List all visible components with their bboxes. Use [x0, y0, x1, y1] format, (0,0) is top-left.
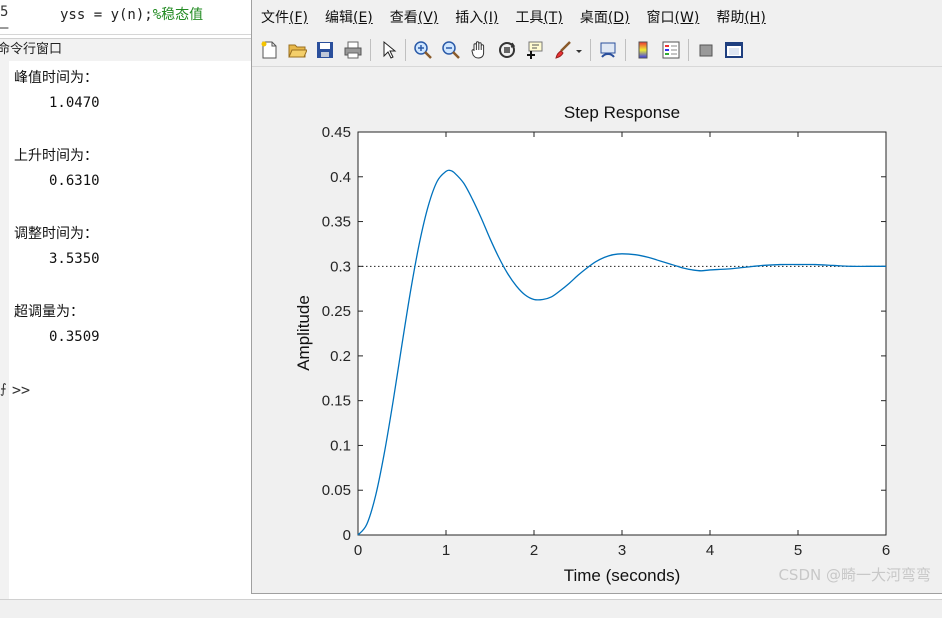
overshoot-value: 0.3509	[49, 329, 100, 345]
y-tick-label: 0.1	[330, 437, 351, 454]
print-icon[interactable]	[342, 39, 364, 61]
menu-file[interactable]: 文件(F)	[261, 7, 308, 27]
hide-plot-tools-icon[interactable]	[695, 39, 717, 61]
x-tick-label: 3	[618, 542, 626, 559]
editor-line-number: 5 –	[0, 4, 9, 36]
x-tick-label: 6	[882, 542, 890, 559]
new-figure-icon[interactable]	[258, 39, 280, 61]
y-tick-label: 0.05	[322, 482, 351, 499]
menu-edit[interactable]: 编辑(E)	[325, 7, 373, 27]
y-axis-label: Amplitude	[294, 295, 313, 371]
chart-title: Step Response	[564, 103, 680, 122]
rotate-3d-icon[interactable]	[496, 39, 518, 61]
x-tick-label: 1	[442, 542, 450, 559]
peak-time-value: 1.0470	[49, 95, 100, 111]
command-window[interactable]: 峰值时间为： 1.0470 上升时间为： 0.6310 调整时间为： 3.535…	[9, 61, 252, 599]
menu-desktop[interactable]: 桌面(D)	[580, 7, 630, 27]
y-tick-label: 0.25	[322, 303, 351, 320]
brush-icon[interactable]	[552, 39, 574, 61]
settling-time-value: 3.5350	[49, 251, 100, 267]
menu-insert[interactable]: 插入(I)	[455, 7, 498, 27]
rise-time-value: 0.6310	[49, 173, 100, 189]
peak-time-label: 峰值时间为：	[14, 70, 98, 86]
figure-window: 文件(F) 编辑(E) 查看(V) 插入(I) 工具(T) 桌面(D) 窗口(W…	[251, 0, 942, 594]
open-file-icon[interactable]	[286, 39, 308, 61]
y-tick-label: 0	[343, 527, 351, 544]
select-pointer-icon[interactable]	[377, 39, 399, 61]
x-tick-label: 4	[706, 542, 714, 559]
command-prompt[interactable]: >>	[12, 381, 30, 399]
y-tick-label: 0.2	[330, 348, 351, 365]
save-icon[interactable]	[314, 39, 336, 61]
y-tick-label: 0.35	[322, 214, 351, 231]
editor-strip: 5 – yss = y(n);%稳态值	[0, 0, 252, 36]
menu-tools[interactable]: 工具(T)	[515, 7, 562, 27]
function-browser-icon[interactable]: ⨍	[0, 382, 7, 397]
x-axis-label: Time (seconds)	[564, 566, 681, 585]
editor-code-text: yss = y(n);	[60, 7, 153, 23]
step-response-plot[interactable]: 0 1 2 3 4 5 6 0 0.05 0.1 0.15 0.2 0.25 0.3 0.35 0.4 0.45…	[252, 66, 942, 593]
watermark: CSDN @畸一大河弯弯	[778, 566, 931, 584]
legend-icon[interactable]	[660, 39, 682, 61]
show-plot-tools-icon[interactable]	[723, 39, 745, 61]
y-tick-label: 0.15	[322, 393, 351, 410]
figure-toolbar	[252, 34, 942, 67]
command-window-title: 命令行窗口	[0, 42, 63, 57]
data-cursor-icon[interactable]	[524, 39, 546, 61]
colorbar-icon[interactable]	[632, 39, 654, 61]
x-tick-label: 2	[530, 542, 538, 559]
x-tick-label: 5	[794, 542, 802, 559]
brush-dropdown-icon[interactable]	[574, 39, 584, 61]
editor-code-comment: %稳态值	[152, 7, 204, 23]
settling-time-label: 调整时间为：	[14, 226, 98, 242]
axes-box	[357, 131, 887, 536]
menu-view[interactable]: 查看(V)	[390, 7, 439, 27]
zoom-out-icon[interactable]	[440, 39, 462, 61]
editor-code-line[interactable]: yss = y(n);%稳态值	[60, 4, 203, 24]
figure-menubar: 文件(F) 编辑(E) 查看(V) 插入(I) 工具(T) 桌面(D) 窗口(W…	[252, 0, 942, 34]
y-tick-label: 0.45	[322, 124, 351, 141]
pan-hand-icon[interactable]	[468, 39, 490, 61]
menu-window[interactable]: 窗口(W)	[647, 7, 700, 27]
zoom-in-icon[interactable]	[412, 39, 434, 61]
y-tick-label: 0.3	[330, 258, 351, 275]
x-tick-label: 0	[354, 542, 362, 559]
overshoot-label: 超调量为：	[14, 304, 84, 320]
link-plot-icon[interactable]	[597, 39, 619, 61]
menu-help[interactable]: 帮助(H)	[716, 7, 765, 27]
rise-time-label: 上升时间为：	[14, 148, 98, 164]
status-bar	[0, 599, 942, 618]
y-tick-label: 0.4	[330, 169, 351, 186]
command-window-gutter	[0, 61, 9, 599]
command-window-header[interactable]: 命令行窗口	[0, 38, 252, 62]
